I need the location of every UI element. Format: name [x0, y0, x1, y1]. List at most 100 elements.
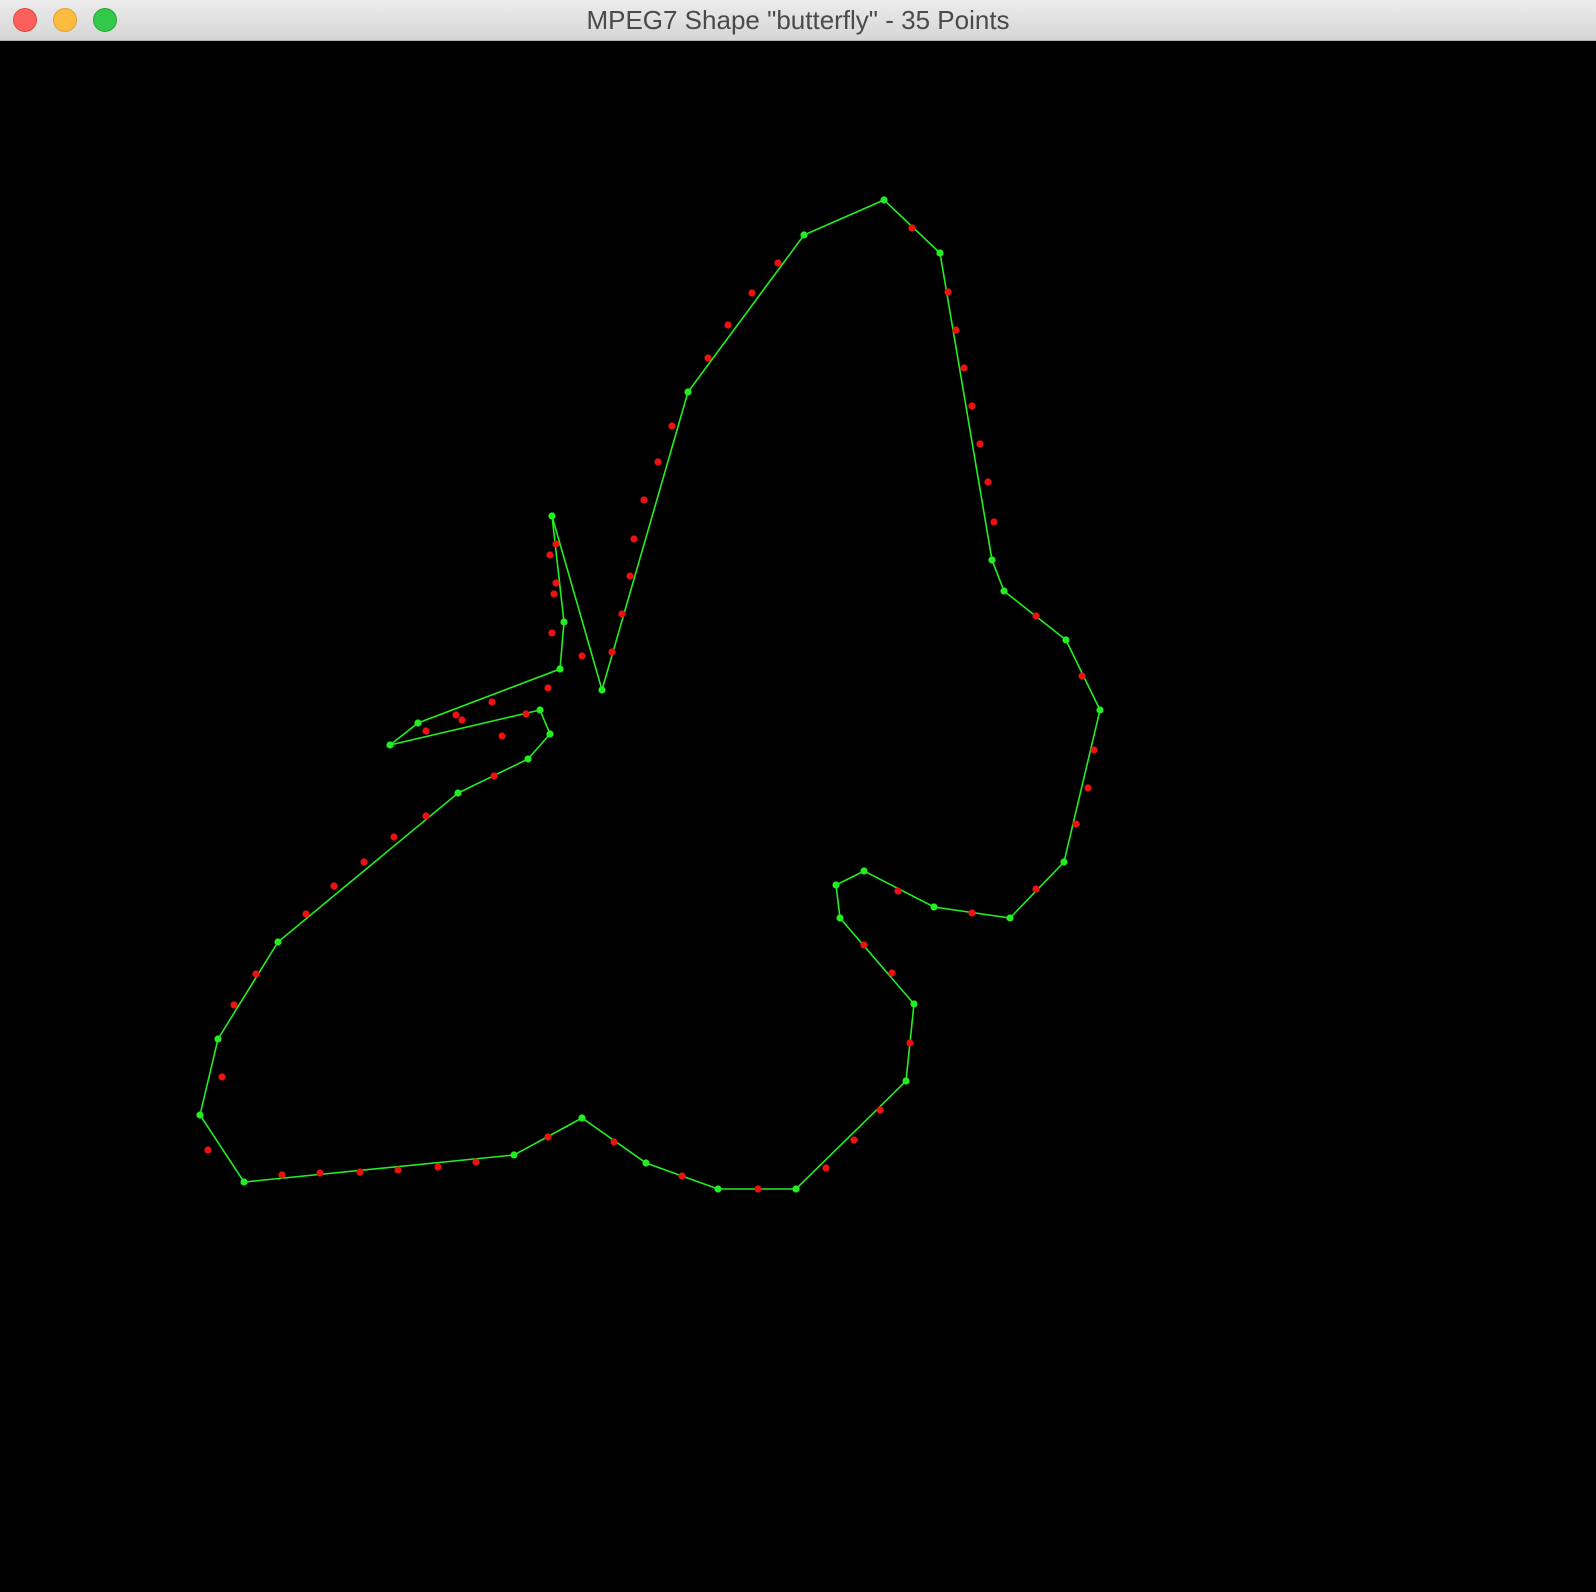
sample-point [472, 1158, 480, 1166]
sample-point [906, 1039, 914, 1047]
vertex-point [880, 196, 888, 204]
sample-point [908, 224, 916, 232]
sample-point [498, 732, 506, 740]
shape-plot [196, 196, 1104, 1193]
vertex-point [930, 903, 938, 911]
vertex-point [556, 665, 564, 673]
sample-point [356, 1168, 364, 1176]
sample-point [990, 518, 998, 526]
sample-point [640, 496, 648, 504]
sample-point [452, 711, 460, 719]
sample-point [984, 478, 992, 486]
sample-point [876, 1106, 884, 1114]
vertex-point [714, 1185, 722, 1193]
sample-point [390, 833, 398, 841]
app-window: MPEG7 Shape "butterfly" - 35 Points [0, 0, 1596, 1592]
sample-point [278, 1171, 286, 1179]
sample-point [654, 458, 662, 466]
sample-point [618, 610, 626, 618]
sample-point [968, 909, 976, 917]
vertex-point [910, 1000, 918, 1008]
sample-point [422, 812, 430, 820]
vertex-point [510, 1151, 518, 1159]
sample-point [944, 288, 952, 296]
sample-point [608, 648, 616, 656]
vertex-point [546, 730, 554, 738]
vertex-point [214, 1035, 222, 1043]
sample-point [774, 259, 782, 267]
sample-point [204, 1146, 212, 1154]
vertex-point [1006, 914, 1014, 922]
sample-point [490, 772, 498, 780]
sample-point [724, 321, 732, 329]
sample-point [860, 941, 868, 949]
sample-point [1032, 612, 1040, 620]
sample-point [550, 590, 558, 598]
shape-outline [199, 199, 1101, 1190]
vertex-point [386, 741, 394, 749]
vertex-point [196, 1111, 204, 1119]
sample-point [1078, 672, 1086, 680]
vertex-point [902, 1077, 910, 1085]
sample-point [544, 684, 552, 692]
vertex-point [598, 686, 606, 694]
vertex-point [800, 231, 808, 239]
sample-point [850, 1136, 858, 1144]
sample-point [626, 572, 634, 580]
vertex-point [578, 1114, 586, 1122]
sample-point [952, 326, 960, 334]
vertex-point [1062, 636, 1070, 644]
sample-point [360, 858, 368, 866]
sample-point [822, 1164, 830, 1172]
vertex-point [1096, 706, 1104, 714]
sample-point [422, 727, 430, 735]
sample-point [704, 354, 712, 362]
vertex-point [836, 914, 844, 922]
vertex-point [454, 789, 462, 797]
vertex-point [684, 388, 692, 396]
sample-point [302, 910, 310, 918]
sample-point [546, 551, 554, 559]
vertex-point [936, 249, 944, 257]
vertex-point [414, 719, 422, 727]
sample-point [1032, 885, 1040, 893]
sample-point [218, 1073, 226, 1081]
sample-point [888, 969, 896, 977]
sample-point [230, 1001, 238, 1009]
sample-point [252, 970, 260, 978]
sample-point [976, 440, 984, 448]
vertex-point [1060, 858, 1068, 866]
sample-point [1090, 746, 1098, 754]
vertex-point [642, 1159, 650, 1167]
sample-point [1072, 820, 1080, 828]
sample-point [544, 1133, 552, 1141]
sample-point [630, 535, 638, 543]
vertex-point [792, 1185, 800, 1193]
sample-point [960, 364, 968, 372]
vertex-point [548, 512, 556, 520]
sample-point [458, 716, 466, 724]
sample-point [316, 1169, 324, 1177]
sample-point [330, 882, 338, 890]
sample-point [748, 289, 756, 297]
sample-point [1084, 784, 1092, 792]
sample-point [668, 422, 676, 430]
sample-point [552, 540, 560, 548]
sample-point [488, 698, 496, 706]
sample-point [678, 1172, 686, 1180]
vertex-point [240, 1178, 248, 1186]
sample-point [578, 652, 586, 660]
vertex-point [560, 618, 568, 626]
sample-point [754, 1185, 762, 1193]
sample-point [610, 1138, 618, 1146]
vertex-point [536, 706, 544, 714]
vertex-point [1000, 587, 1008, 595]
vertex-point [832, 881, 840, 889]
vertex-point [988, 556, 996, 564]
sample-point [548, 629, 556, 637]
sample-point [894, 887, 902, 895]
sample-point [552, 579, 560, 587]
sample-point [522, 710, 530, 718]
sample-point [394, 1166, 402, 1174]
vertex-point [274, 938, 282, 946]
